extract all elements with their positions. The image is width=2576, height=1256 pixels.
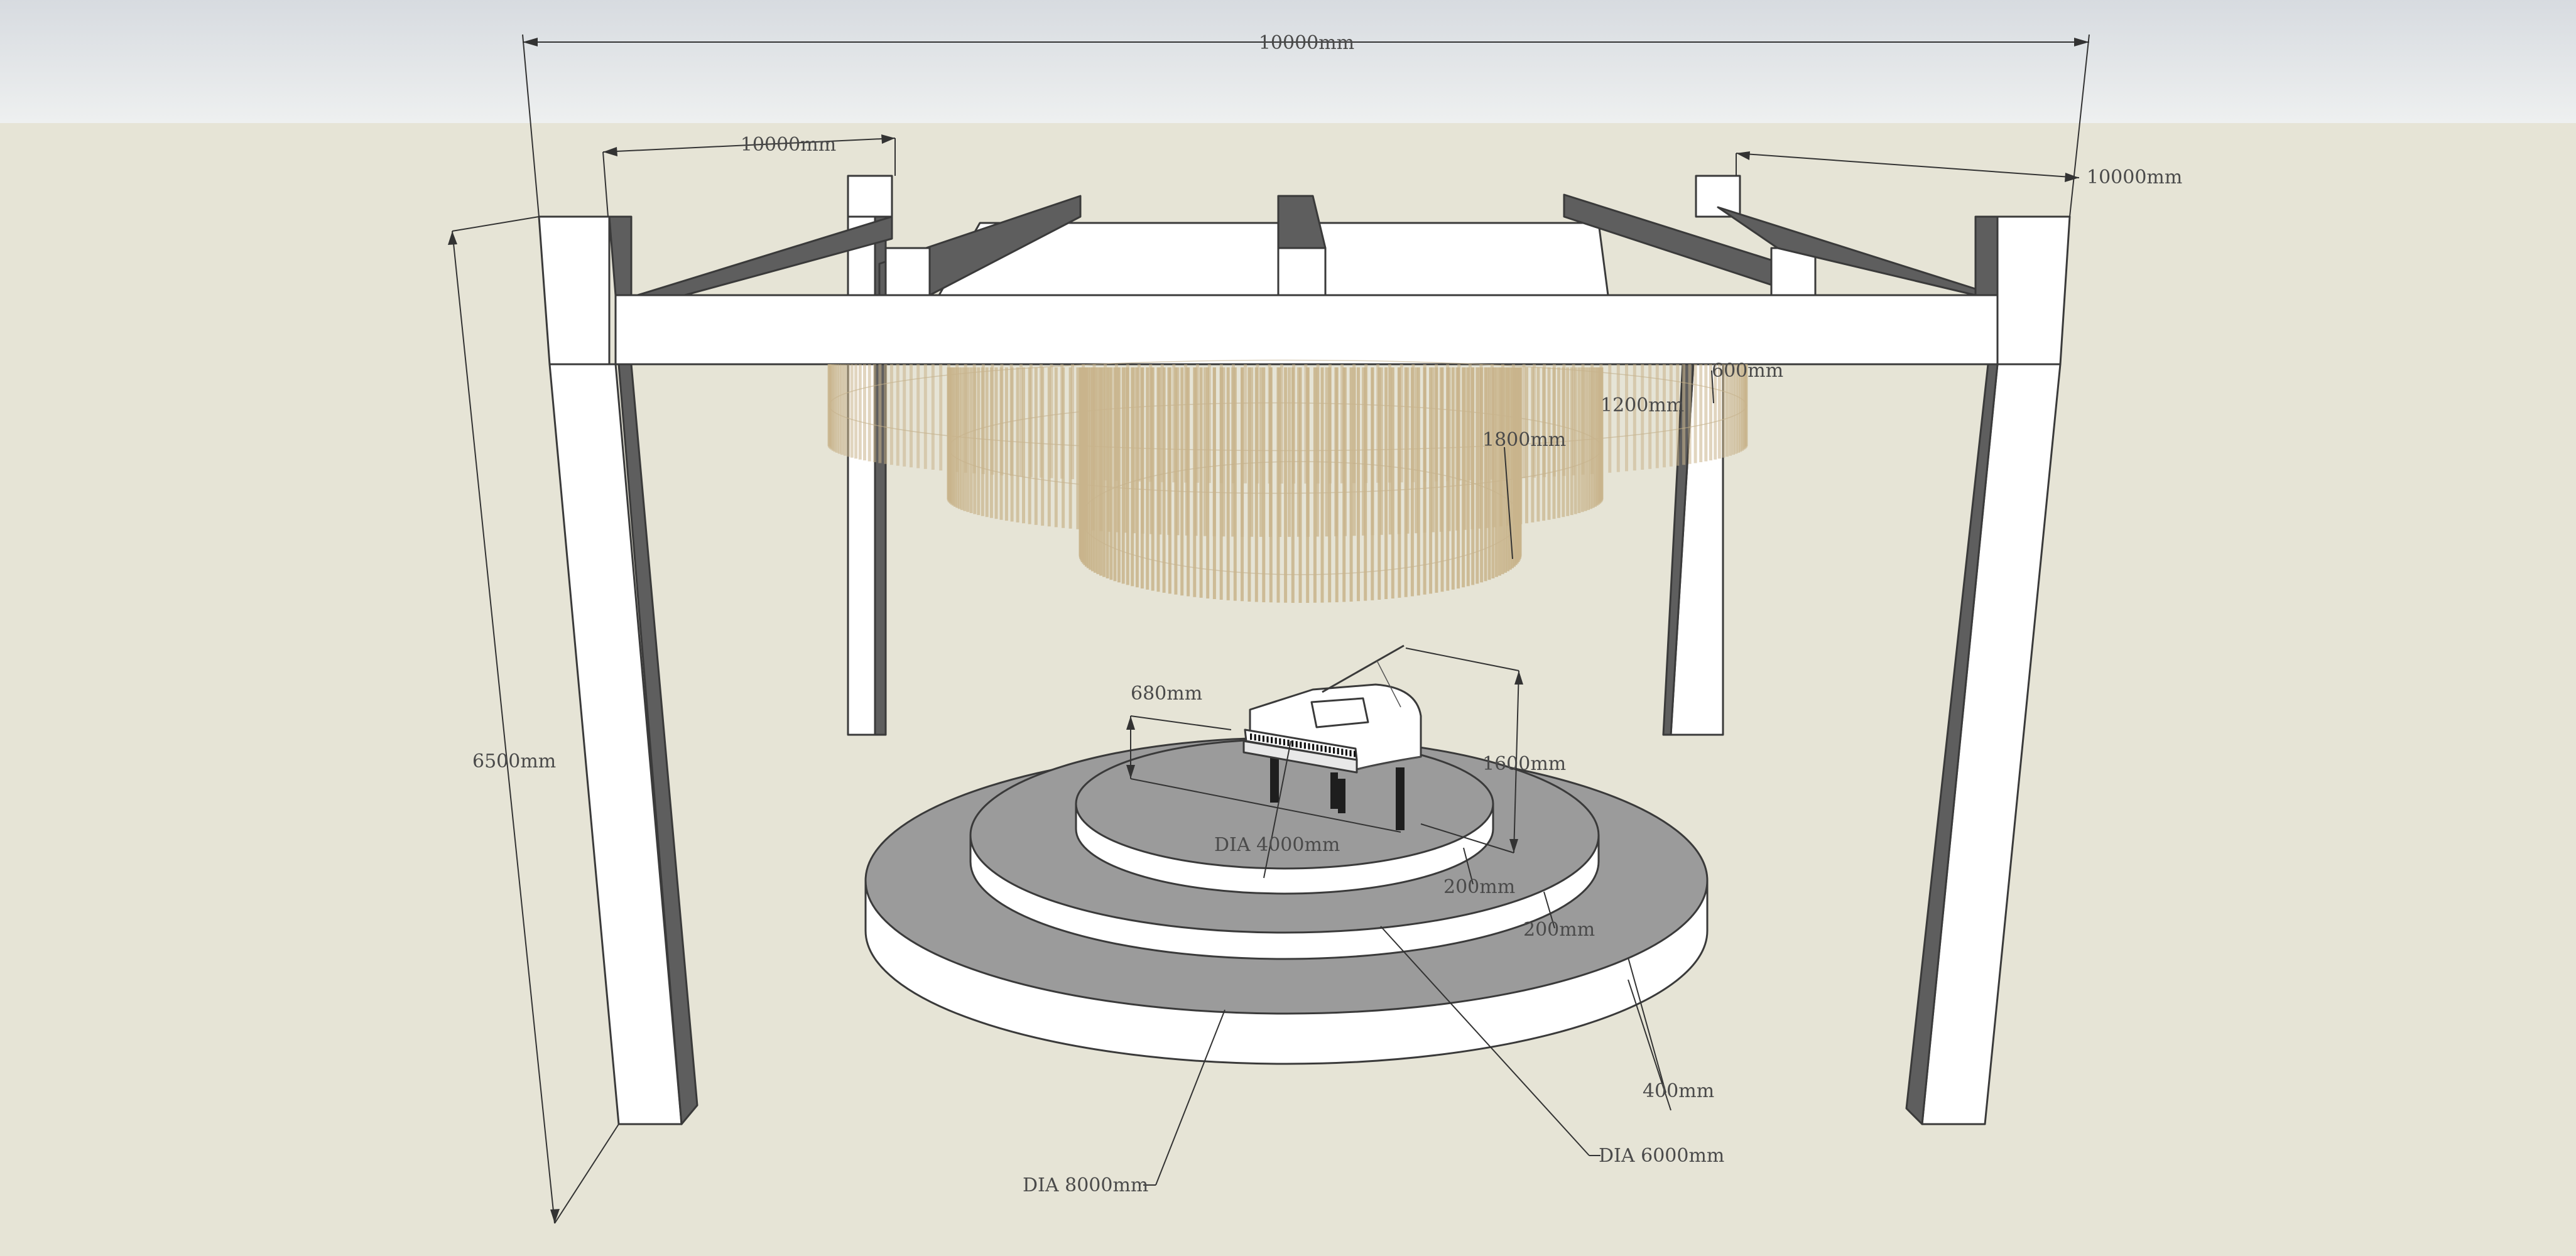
piano-key (1287, 739, 1290, 746)
piano-key (1345, 749, 1347, 756)
piano-key (1258, 735, 1261, 742)
piano-key (1308, 743, 1310, 750)
dim-right-depth: 10000mm (2087, 166, 2182, 188)
dim-tier-top-step: 200mm (1443, 876, 1515, 898)
dim-tier-base-dia: DIA 8000mm (1023, 1174, 1148, 1196)
piano-key (1316, 744, 1318, 751)
scene-canvas: 10000mm 10000mm 10000mm 6500mm 600mm 120… (0, 0, 2576, 1256)
piano-key (1254, 734, 1256, 741)
piano-key (1312, 744, 1315, 750)
piano-key (1349, 750, 1352, 757)
piano-key (1283, 739, 1285, 745)
dim-height: 6500mm (472, 750, 556, 772)
piano-key (1354, 750, 1356, 757)
stage (864, 737, 1709, 1065)
piano-key (1333, 747, 1335, 754)
piano-key (1266, 736, 1269, 743)
piano-key (1303, 742, 1306, 749)
piano-key (1324, 745, 1327, 752)
piano-key (1271, 737, 1273, 744)
dim-left-depth: 10000mm (741, 134, 836, 156)
piano-key (1329, 746, 1331, 753)
dim-tier-mid-step: 200mm (1523, 919, 1595, 941)
piano-key (1262, 735, 1264, 742)
piano-key (1300, 742, 1302, 749)
piano-key (1279, 738, 1281, 745)
sky (0, 0, 2576, 123)
dim-piano-height-left: 680mm (1131, 683, 1202, 705)
dim-tier-mid-dia: DIA 6000mm (1599, 1145, 1724, 1167)
dim-chandelier-mid: 1200mm (1600, 394, 1684, 416)
dim-chandelier-inner: 600mm (1712, 360, 1783, 382)
dim-tier-base-step: 400mm (1643, 1080, 1714, 1102)
dim-chandelier-outer: 1800mm (1482, 429, 1566, 451)
dim-top-width: 10000mm (1259, 32, 1354, 54)
dim-piano-height-right: 1600mm (1482, 753, 1566, 775)
piano-key (1295, 741, 1298, 748)
piano-key (1337, 748, 1339, 755)
dim-tier-top-dia: DIA 4000mm (1214, 834, 1340, 856)
piano-key (1274, 737, 1277, 744)
piano-key (1250, 734, 1253, 740)
piano-key (1291, 740, 1294, 747)
piano-key (1320, 745, 1323, 752)
piano-key (1341, 749, 1344, 755)
